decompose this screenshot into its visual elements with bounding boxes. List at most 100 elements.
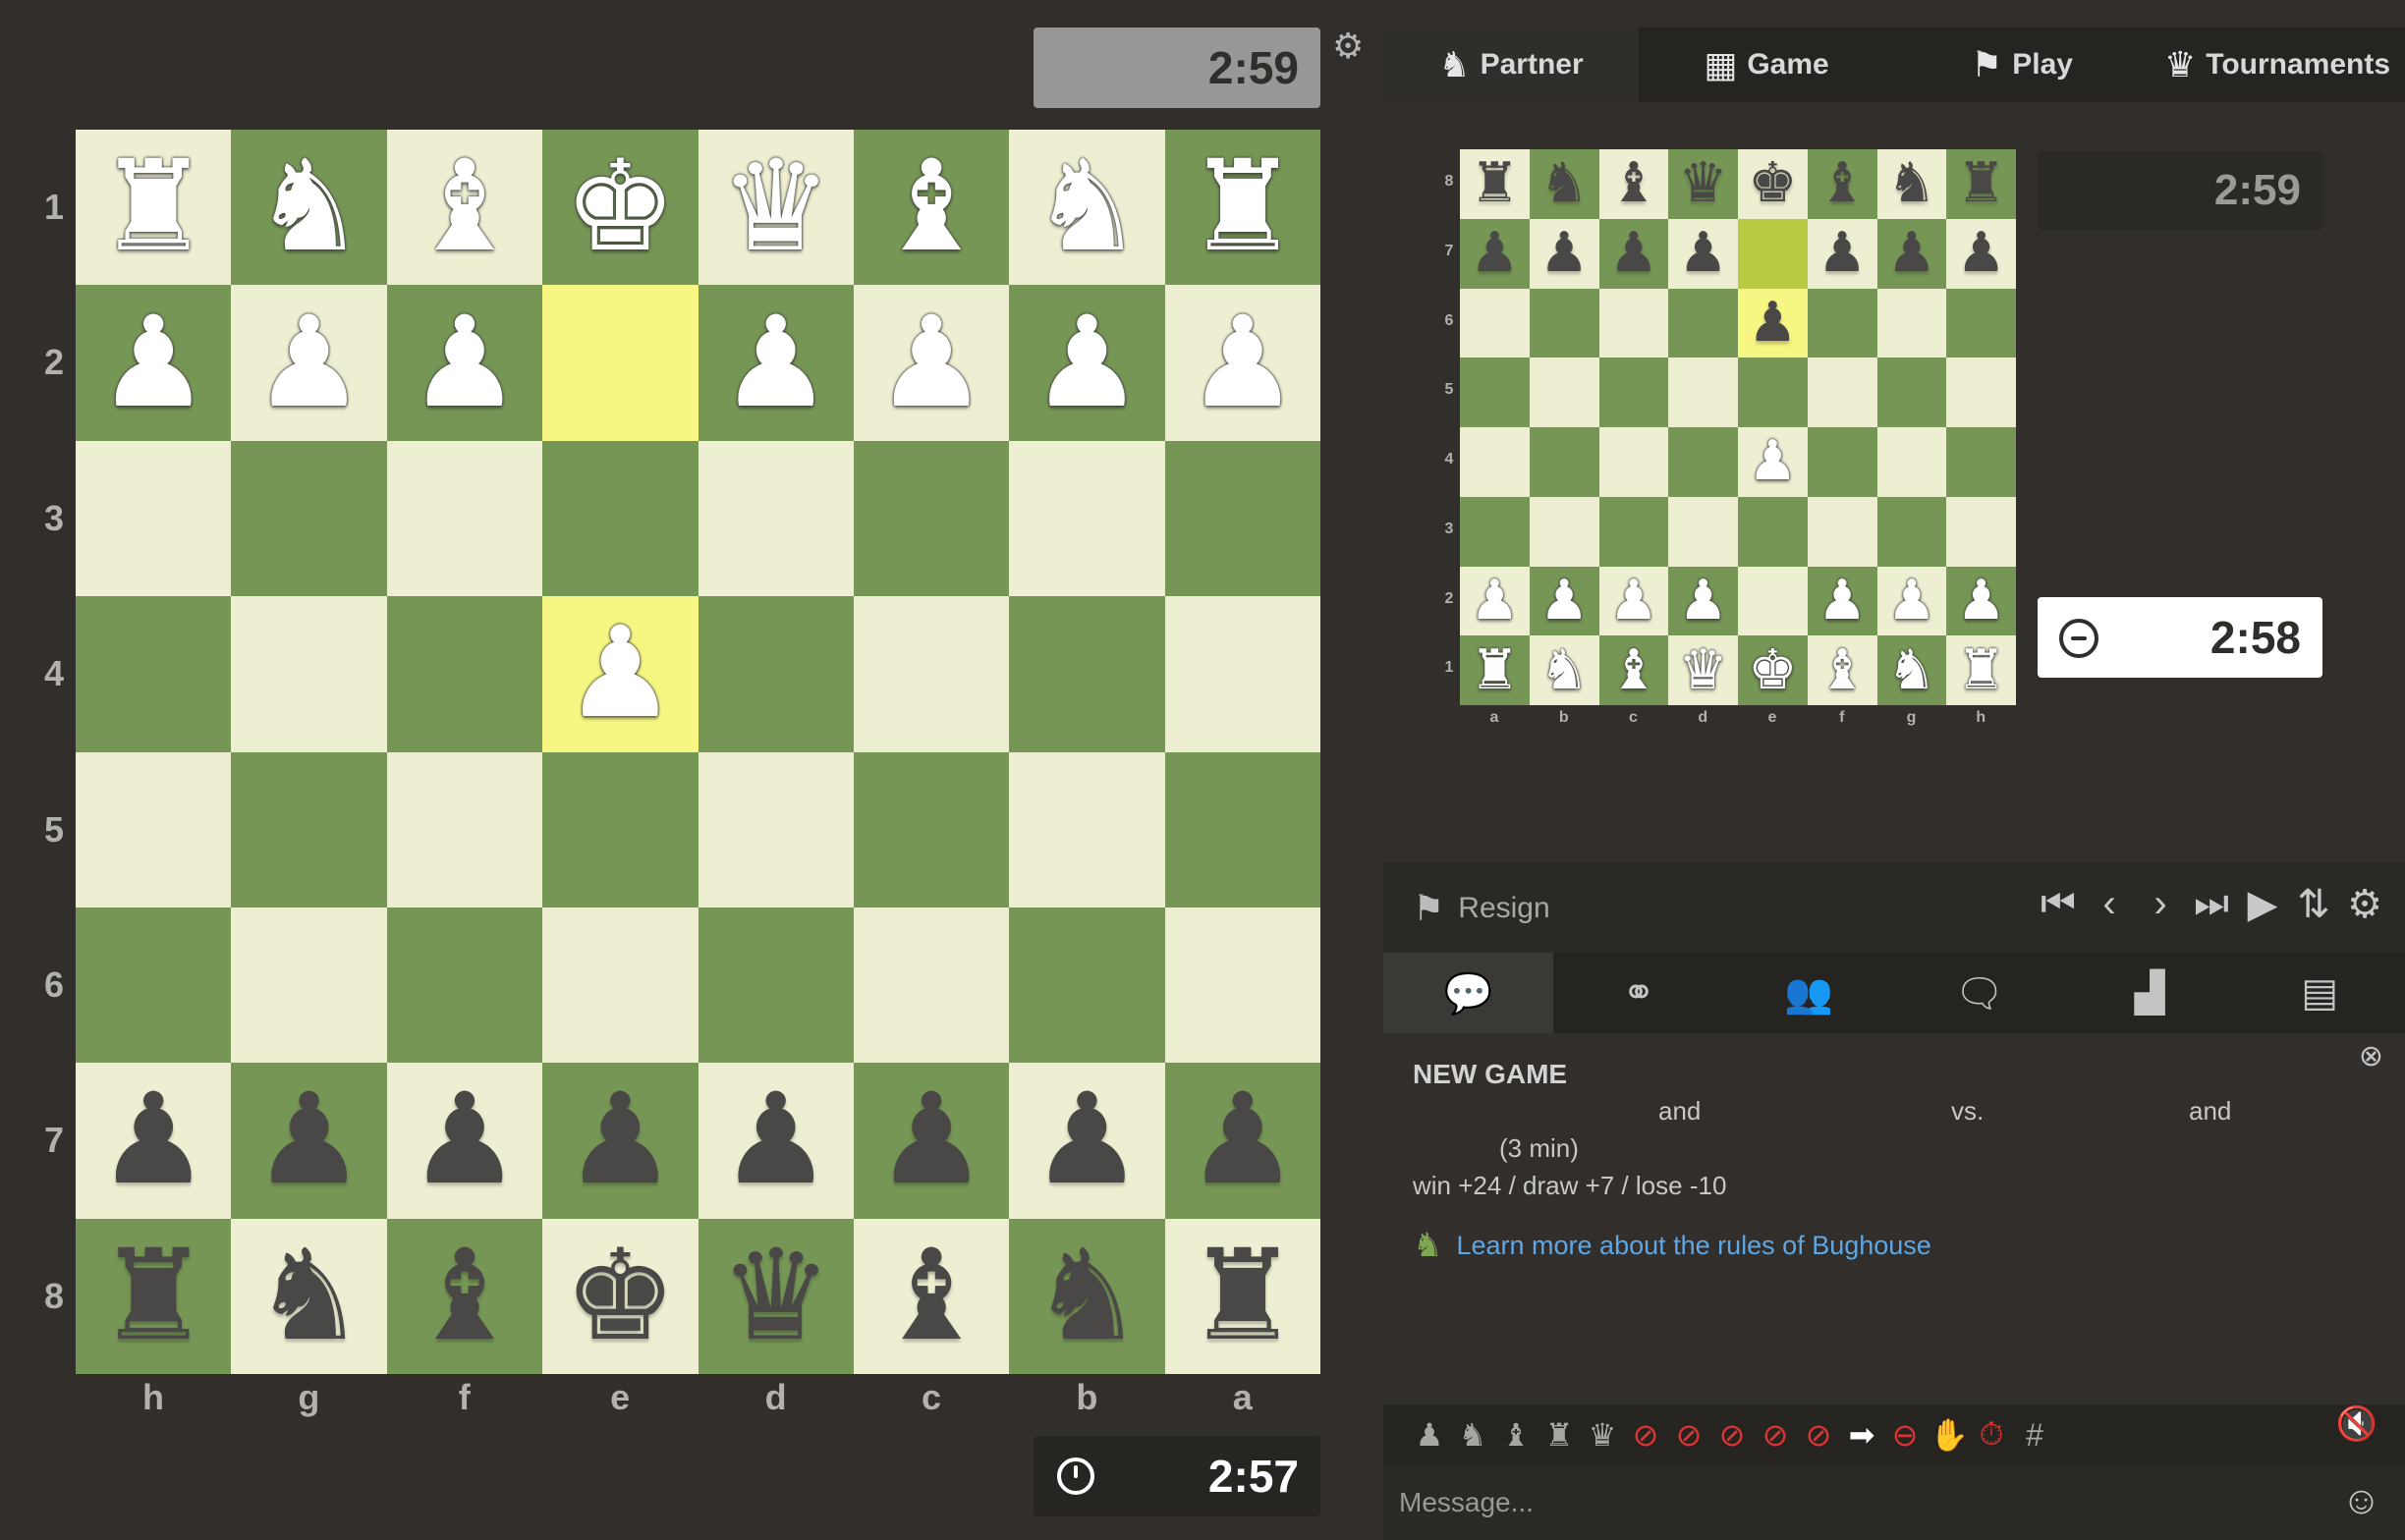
partner-board-square[interactable]: ♟ [1876,218,1947,289]
board-piece[interactable]: ♟ [252,1077,365,1203]
partner-board-square[interactable] [1529,427,1599,497]
play-icon[interactable]: ▶ [2244,882,2281,927]
board-piece[interactable]: ♜ [1186,1233,1299,1359]
board-square[interactable] [1009,440,1165,597]
partner-board-square[interactable] [1598,427,1669,497]
board-piece[interactable]: ♝ [409,144,522,270]
partner-board-square[interactable] [1876,288,1947,358]
partner-board-square[interactable] [1738,566,1808,636]
board-piece[interactable]: ♟ [97,300,210,426]
partner-board-square[interactable]: ♝ [1807,149,1877,219]
board-square[interactable] [231,907,387,1064]
board-square[interactable] [1009,751,1165,908]
board-square[interactable] [1164,907,1320,1064]
partner-board-square[interactable]: ♟ [1460,566,1530,636]
board-piece[interactable]: ♟ [409,300,522,426]
board-piece[interactable]: ♜ [1186,144,1299,270]
partner-board-square[interactable]: ♛ [1668,635,1738,705]
partner-board-piece[interactable]: ♝ [1818,642,1867,698]
partner-board-square[interactable] [1738,218,1808,289]
partner-board-square[interactable]: ♟ [1946,566,2016,636]
board-piece[interactable]: ♛ [719,1233,832,1359]
board-piece[interactable]: ♟ [564,611,677,737]
next-move-icon[interactable]: › [2142,882,2179,927]
partner-board-piece[interactable]: ♟ [1957,226,2006,281]
board-piece[interactable]: ♝ [875,144,988,270]
partner-board-square[interactable] [1460,288,1530,358]
board-square[interactable]: ♞ [231,1218,387,1374]
board-piece[interactable]: ♞ [252,1233,365,1359]
board-piece[interactable]: ♚ [564,1233,677,1359]
partner-board-square[interactable]: ♟ [1807,218,1877,289]
stop-hand-icon[interactable]: ✋ [1930,1416,1969,1454]
board-square[interactable] [853,440,1010,597]
queen-icon[interactable]: ♛ [1584,1416,1621,1454]
partner-board-square[interactable]: ♝ [1807,635,1877,705]
board-square[interactable] [542,440,699,597]
partner-board-square[interactable]: ♝ [1598,635,1669,705]
partner-board-piece[interactable]: ♚ [1748,156,1797,211]
partner-board-piece[interactable]: ♜ [1957,642,2006,698]
partner-board-square[interactable]: ♜ [1946,149,2016,219]
partner-board-square[interactable] [1876,496,1947,567]
board-square[interactable]: ♟ [231,285,387,441]
partner-board-square[interactable] [1668,288,1738,358]
board-square[interactable]: ♟ [542,1063,699,1219]
flip-board-icon[interactable]: ⇅ [2295,882,2332,927]
partner-board-square[interactable] [1946,427,2016,497]
board-square[interactable] [76,907,232,1064]
board-square[interactable]: ♟ [1164,1063,1320,1219]
board-square[interactable]: ♟ [853,285,1010,441]
tab-chat[interactable]: 💬 [1383,953,1554,1033]
tab-partner[interactable]: ♞ Partner [1383,28,1639,102]
partner-board-piece[interactable]: ♟ [1957,573,2006,629]
partner-board-piece[interactable]: ♞ [1887,156,1936,211]
partner-board-square[interactable] [1529,496,1599,567]
partner-board-piece[interactable]: ♟ [1609,226,1658,281]
partner-board-square[interactable]: ♟ [1668,218,1738,289]
arrow-icon[interactable]: ➡ [1843,1416,1880,1454]
no-queen-icon[interactable]: ⊘ [1800,1416,1837,1454]
partner-board-square[interactable] [1946,288,2016,358]
hashtag-icon[interactable]: # [2016,1417,2053,1454]
board-square[interactable]: ♚ [542,130,699,286]
board-square[interactable]: ♟ [542,596,699,752]
board-square[interactable] [1164,440,1320,597]
tab-game[interactable]: ▦ Game [1639,28,1894,102]
board-square[interactable] [542,751,699,908]
knight-icon[interactable]: ♞ [1454,1416,1491,1454]
partner-board-square[interactable] [1460,427,1530,497]
partner-board-square[interactable] [1738,358,1808,427]
main-chessboard[interactable]: ♜ ♞ ♝ ♚ ♛ ♝ ♞ ♜ ♟ ♟ ♟ ♟ ♟ ♟ ♟ ♟ ♟ ♟ ♟ ♟ ♟ ♟ ♟ ♟ ♜ ♞ ♝ ♚ ♛ ♝ ♞ ♜ [76,130,1320,1374]
board-piece[interactable]: ♟ [409,1077,522,1203]
partner-board-piece[interactable]: ♟ [1748,295,1797,351]
partner-board-square[interactable] [1876,358,1947,427]
partner-board-piece[interactable]: ♜ [1957,156,2006,211]
board-square[interactable] [698,596,854,752]
partner-board-piece[interactable]: ♟ [1818,226,1867,281]
board-square[interactable]: ♛ [698,1218,854,1374]
board-square[interactable]: ♝ [386,130,543,286]
board-square[interactable] [698,907,854,1064]
board-square[interactable]: ♝ [853,130,1010,286]
board-piece[interactable]: ♟ [1031,1077,1144,1203]
partner-board-square[interactable]: ♟ [1529,566,1599,636]
board-square[interactable] [698,751,854,908]
partner-board-square[interactable] [1598,288,1669,358]
tab-play[interactable]: ⚑ Play [1894,28,2150,102]
partner-board-square[interactable]: ♚ [1738,149,1808,219]
no-pawn-icon[interactable]: ⊘ [1627,1416,1664,1454]
partner-board-piece[interactable]: ♟ [1470,226,1519,281]
partner-board-piece[interactable]: ♟ [1539,226,1589,281]
first-move-icon[interactable]: ⏮ [2040,882,2077,927]
board-square[interactable]: ♞ [231,130,387,286]
partner-board-square[interactable]: ♞ [1529,635,1599,705]
board-piece[interactable]: ♟ [875,1077,988,1203]
partner-board-square[interactable] [1529,288,1599,358]
board-square[interactable]: ♟ [1164,285,1320,441]
partner-board-square[interactable]: ♟ [1598,566,1669,636]
board-piece[interactable]: ♞ [1031,1233,1144,1359]
board-piece[interactable]: ♟ [1186,300,1299,426]
no-capture-icon[interactable]: ⊖ [1886,1416,1924,1454]
partner-board-square[interactable] [1598,496,1669,567]
